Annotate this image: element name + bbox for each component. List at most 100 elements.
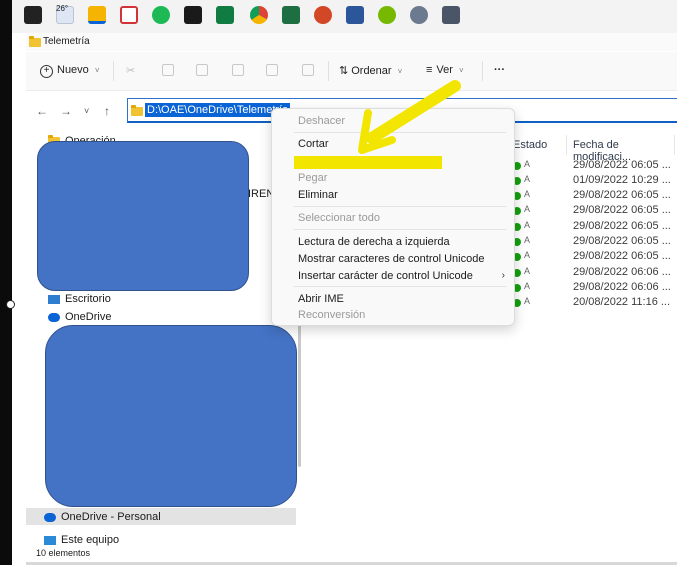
modified-date: 01/09/2022 10:29 ... [573, 174, 671, 186]
shared-user-icon: A [524, 159, 531, 169]
modified-date: 29/08/2022 06:05 ... [573, 159, 671, 171]
cut-icon[interactable]: ✂ [126, 64, 135, 77]
menu-item-reconversion[interactable]: Reconversión [298, 309, 365, 321]
sidebar-item-onedrive-personal[interactable]: OneDrive - Personal [44, 511, 161, 523]
modified-date: 29/08/2022 06:05 ... [573, 220, 671, 232]
sidebar-item-label: OneDrive [65, 311, 112, 323]
share-icon[interactable] [266, 64, 278, 76]
column-separator [566, 135, 567, 155]
sidebar-item-onedrive[interactable]: OneDrive [48, 311, 111, 323]
recent-locations-chevron-icon[interactable]: ˅ [84, 106, 89, 116]
sidebar-item-label: OneDrive - Personal [61, 511, 161, 523]
sidebar-item-escritorio[interactable]: Escritorio [48, 293, 111, 305]
green-app-icon[interactable] [216, 6, 234, 24]
sidebar-item-label: Escritorio [65, 293, 111, 305]
address-path-selected[interactable]: D:\OAE\OneDrive\Telemetría [145, 103, 291, 117]
menu-item-paste[interactable]: Pegar [298, 172, 327, 184]
up-arrow-icon[interactable]: ↑ [104, 104, 110, 118]
resize-handle[interactable] [6, 300, 15, 309]
taskbar: 26° [12, 0, 677, 33]
menu-item-undo[interactable]: Deshacer [298, 115, 345, 127]
menu-item-cut[interactable]: Cortar [298, 138, 329, 150]
chevron-right-icon: › [501, 270, 505, 281]
excel-icon[interactable] [282, 6, 300, 24]
view-label: Ver [436, 64, 453, 76]
menu-item-open-ime[interactable]: Abrir IME [298, 293, 344, 305]
folder-icon [131, 105, 143, 116]
shared-user-icon: A [524, 266, 531, 276]
menu-item-show-unicode[interactable]: Mostrar caracteres de control Unicode [298, 253, 484, 265]
shared-user-icon: A [524, 220, 531, 230]
back-arrow-icon[interactable]: ← [36, 104, 48, 118]
sidebar-item-este-equipo[interactable]: Este equipo [44, 534, 119, 546]
menu-separator [294, 132, 506, 133]
cloud-icon [44, 512, 56, 522]
sort-button[interactable]: ⇅ Ordenar ˅ [339, 64, 402, 77]
rename-icon[interactable] [232, 64, 244, 76]
delete-icon[interactable] [302, 64, 314, 76]
modified-date: 20/08/2022 11:16 ... [573, 296, 671, 308]
calculator-icon[interactable] [442, 6, 460, 24]
modified-date: 29/08/2022 06:05 ... [573, 189, 671, 201]
command-bar: + Nuevo ˅ ✂ ⇅ Ordenar ˅ ≡ Ver ˅ ··· [26, 52, 677, 91]
utorrent-icon[interactable] [378, 6, 396, 24]
scrollbar-thumb[interactable] [298, 317, 301, 467]
spotify-icon[interactable] [152, 6, 170, 24]
view-button[interactable]: ≡ Ver ˅ [426, 64, 464, 76]
modified-date: 29/08/2022 06:05 ... [573, 235, 671, 247]
modified-date: 29/08/2022 06:05 ... [573, 250, 671, 262]
shared-user-icon: A [524, 189, 531, 199]
redaction-block-bottom [45, 325, 297, 507]
menu-item-delete[interactable]: Eliminar [298, 189, 338, 201]
shared-user-icon: A [524, 250, 531, 260]
window-title: Telemetría [43, 36, 90, 47]
menu-separator [294, 286, 506, 287]
desktop-icon [48, 294, 60, 304]
more-options-button[interactable]: ··· [494, 64, 505, 76]
copy-icon[interactable] [162, 64, 174, 76]
settings-icon[interactable] [410, 6, 428, 24]
menu-item-rtl-reading[interactable]: Lectura de derecha a izquierda [298, 236, 450, 248]
chrome-icon[interactable] [250, 6, 268, 24]
redaction-block-top [37, 141, 249, 291]
shared-user-icon: A [524, 174, 531, 184]
toolbar-separator [482, 61, 483, 81]
chevron-down-icon: ˅ [459, 66, 464, 75]
menu-item-select-all[interactable]: Seleccionar todo [298, 212, 380, 224]
menu-separator [294, 229, 506, 230]
forward-arrow-icon[interactable]: → [60, 104, 72, 118]
file-explorer-icon[interactable] [88, 6, 106, 24]
menu-item-insert-unicode[interactable]: Insertar carácter de control Unicode [298, 270, 473, 282]
weather-temp: 26° [56, 4, 69, 13]
new-button[interactable]: + Nuevo ˅ [40, 64, 100, 78]
window-title-bar: Telemetría [26, 33, 677, 51]
snipping-tool-icon[interactable] [120, 6, 138, 24]
column-separator [674, 135, 675, 155]
word-icon[interactable] [346, 6, 364, 24]
window-left-border [0, 0, 12, 565]
cloud-icon [48, 312, 60, 322]
screen-recorder-icon[interactable] [184, 6, 202, 24]
modified-date: 29/08/2022 06:06 ... [573, 281, 671, 293]
sort-label: Ordenar [351, 65, 392, 77]
shared-user-icon: A [524, 281, 531, 291]
folder-icon [29, 36, 41, 47]
plus-circle-icon: + [40, 65, 53, 78]
pc-icon [44, 535, 56, 545]
powerpoint-icon[interactable] [314, 6, 332, 24]
modified-date: 29/08/2022 06:05 ... [573, 204, 671, 216]
column-header-status[interactable]: Estado [513, 139, 547, 151]
shared-user-icon: A [524, 235, 531, 245]
shared-user-icon: A [524, 204, 531, 214]
toolbar-separator [113, 61, 114, 81]
app-icon[interactable] [24, 6, 42, 24]
sidebar-item-label: Este equipo [61, 534, 120, 546]
menu-item-copy[interactable]: Copiar [298, 155, 330, 167]
sort-icon: ⇅ [339, 65, 349, 77]
menu-separator [294, 206, 506, 207]
chevron-down-icon: ˅ [94, 66, 100, 75]
context-menu: Deshacer Cortar Copiar Pegar Eliminar Se… [271, 108, 515, 326]
paste-icon[interactable] [196, 64, 208, 76]
item-count: 10 elementos [36, 548, 91, 558]
view-icon: ≡ [426, 64, 433, 76]
